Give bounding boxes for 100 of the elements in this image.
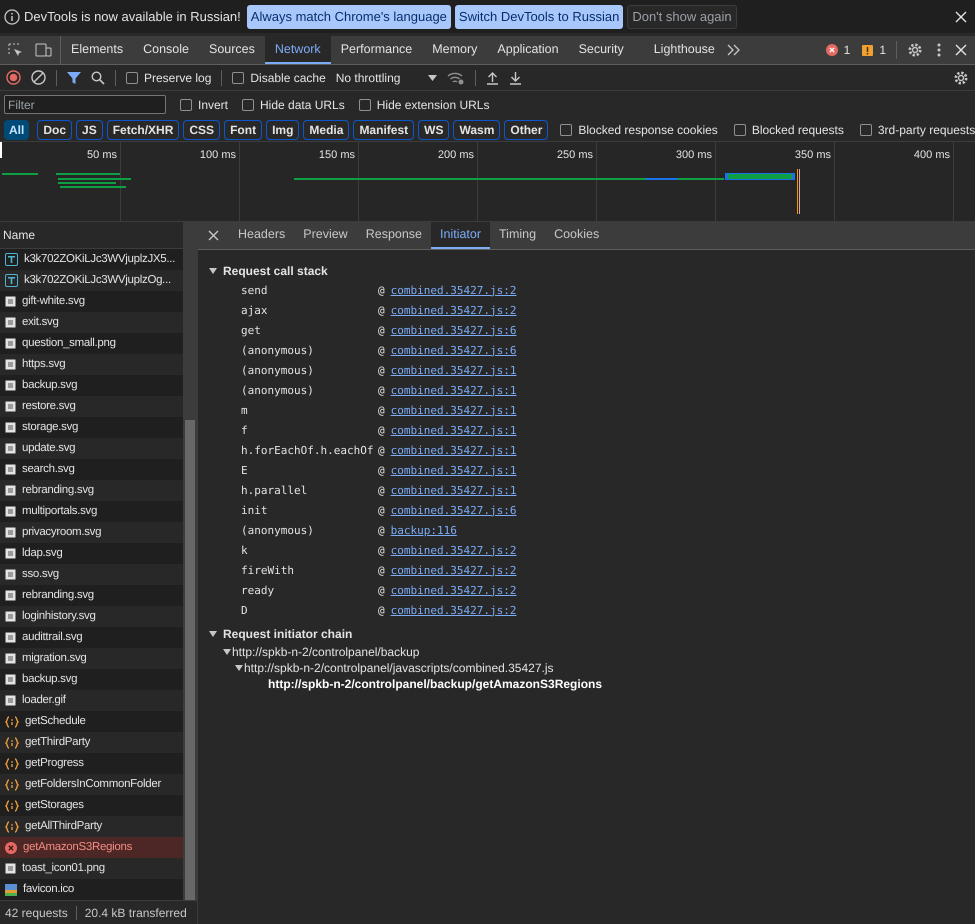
source-link[interactable]: combined.35427.js:1: [390, 382, 516, 400]
infobar-button[interactable]: Don't show again: [627, 4, 737, 28]
scrollbar[interactable]: [183, 222, 197, 900]
detail-tab[interactable]: Response: [356, 222, 432, 249]
checkbox[interactable]: [560, 124, 572, 136]
panel-tab[interactable]: Console: [133, 36, 199, 64]
filter-icon[interactable]: [67, 70, 81, 84]
request-row[interactable]: gift-white.svg: [0, 291, 183, 312]
infobar-button[interactable]: Switch DevTools to Russian: [454, 4, 624, 28]
checkbox[interactable]: [126, 72, 138, 84]
detail-tab[interactable]: Cookies: [545, 222, 608, 249]
expand-triangle-icon[interactable]: [209, 630, 217, 638]
request-row[interactable]: question_small.png: [0, 333, 183, 354]
source-link[interactable]: combined.35427.js:1: [390, 422, 516, 440]
detail-tab[interactable]: Timing: [490, 222, 546, 249]
detail-tab[interactable]: Initiator: [431, 222, 490, 249]
request-row[interactable]: getSchedule: [0, 711, 183, 732]
warning-icon[interactable]: [862, 44, 874, 56]
panel-tab[interactable]: Sources: [198, 36, 265, 64]
throttling-dropdown[interactable]: No throttling: [336, 68, 438, 86]
request-row[interactable]: multiportals.svg: [0, 501, 183, 522]
timeline-overview[interactable]: 50 ms 100 ms 150 ms 200 ms 250 ms 300 ms 350 ms 400 ms: [0, 142, 975, 222]
detail-tab[interactable]: Preview: [294, 222, 357, 249]
type-filter-button[interactable]: WS: [418, 120, 450, 140]
at-sign: @: [378, 542, 385, 559]
close-icon[interactable]: [955, 10, 967, 22]
source-link[interactable]: combined.35427.js:6: [390, 342, 516, 360]
source-link[interactable]: combined.35427.js:6: [390, 502, 516, 520]
type-filter-button[interactable]: Wasm: [453, 120, 500, 140]
panel-tab[interactable]: Network: [264, 36, 331, 64]
source-link[interactable]: backup:116: [390, 522, 457, 540]
settings-icon[interactable]: [953, 70, 969, 86]
source-link[interactable]: combined.35427.js:1: [390, 402, 516, 420]
request-row[interactable]: getStorages: [0, 795, 183, 816]
upload-icon[interactable]: [486, 70, 500, 84]
panel-tab[interactable]: Lighthouse: [644, 36, 725, 64]
panel-tab[interactable]: Memory: [422, 36, 488, 64]
wifi-settings-icon[interactable]: [447, 70, 466, 84]
request-row[interactable]: rebranding.svg: [0, 585, 183, 606]
inspect-element-icon[interactable]: [8, 42, 23, 58]
type-filter-button[interactable]: Media: [303, 120, 350, 140]
panel-tab[interactable]: Performance: [330, 36, 422, 64]
type-filter-button[interactable]: Doc: [37, 120, 72, 140]
expand-triangle-icon[interactable]: [223, 648, 231, 656]
type-filter-button[interactable]: Other: [504, 120, 548, 140]
download-icon[interactable]: [509, 70, 522, 84]
request-row[interactable]: getProgress: [0, 753, 183, 774]
panel-tab[interactable]: Application: [487, 36, 569, 64]
type-filter-button[interactable]: JS: [76, 120, 103, 140]
checkbox[interactable]: [860, 124, 872, 136]
request-row[interactable]: backup.svg: [0, 669, 183, 690]
device-toolbar-icon[interactable]: [35, 43, 52, 57]
checkbox[interactable]: [180, 98, 192, 110]
error-icon[interactable]: [826, 44, 838, 56]
close-icon[interactable]: [955, 44, 967, 56]
request-row[interactable]: favicon.ico: [0, 879, 183, 900]
image-file-icon: [5, 569, 16, 580]
request-row[interactable]: k3k702ZOKiLJc3WVjuplzJX5...: [0, 249, 183, 270]
detail-tab[interactable]: Headers: [229, 222, 294, 249]
panel-tab[interactable]: Elements: [61, 36, 134, 64]
close-icon[interactable]: [208, 230, 219, 241]
search-icon[interactable]: [91, 70, 105, 84]
type-filter-button[interactable]: All: [4, 120, 30, 140]
checkbox[interactable]: [734, 124, 746, 136]
settings-icon[interactable]: [907, 42, 923, 58]
filter-field[interactable]: Filter: [4, 95, 166, 114]
clear-icon[interactable]: [31, 70, 46, 85]
source-link[interactable]: combined.35427.js:6: [390, 322, 516, 340]
source-link[interactable]: combined.35427.js:2: [390, 282, 516, 300]
source-link[interactable]: combined.35427.js:2: [390, 542, 516, 560]
request-row[interactable]: audittrail.svg: [0, 627, 183, 648]
more-tabs-icon[interactable]: [726, 44, 741, 56]
checkbox[interactable]: [358, 98, 371, 110]
stack-function: fireWith: [241, 562, 295, 579]
type-filter-button[interactable]: CSS: [183, 120, 220, 140]
source-link[interactable]: combined.35427.js:2: [390, 562, 516, 580]
type-filter-button[interactable]: Fetch/XHR: [106, 120, 180, 140]
type-filter-button[interactable]: Font: [224, 120, 262, 140]
source-link[interactable]: combined.35427.js:1: [390, 362, 516, 380]
type-filter-button[interactable]: Manifest: [353, 120, 414, 140]
source-link[interactable]: combined.35427.js:2: [390, 602, 516, 620]
expand-triangle-icon[interactable]: [209, 267, 217, 275]
infobar-button[interactable]: Always match Chrome's language: [246, 4, 451, 28]
request-row[interactable]: ldap.svg: [0, 543, 183, 564]
source-link[interactable]: combined.35427.js:1: [390, 482, 516, 500]
request-row[interactable]: search.svg: [0, 459, 183, 480]
checkbox[interactable]: [242, 98, 254, 110]
source-link[interactable]: combined.35427.js:2: [390, 582, 516, 600]
request-row[interactable]: backup.svg: [0, 375, 183, 396]
more-options-icon[interactable]: [937, 43, 941, 57]
source-link[interactable]: combined.35427.js:1: [390, 462, 516, 480]
record-icon[interactable]: [6, 70, 21, 85]
expand-triangle-icon[interactable]: [235, 664, 243, 672]
source-link[interactable]: combined.35427.js:2: [390, 302, 516, 320]
checkbox[interactable]: [232, 72, 244, 84]
source-link[interactable]: combined.35427.js:1: [390, 442, 516, 460]
request-row[interactable]: storage.svg: [0, 417, 183, 438]
request-row[interactable]: getAmazonS3Regions: [0, 837, 183, 858]
type-filter-button[interactable]: Img: [266, 120, 300, 140]
panel-tab[interactable]: Security: [568, 36, 634, 64]
